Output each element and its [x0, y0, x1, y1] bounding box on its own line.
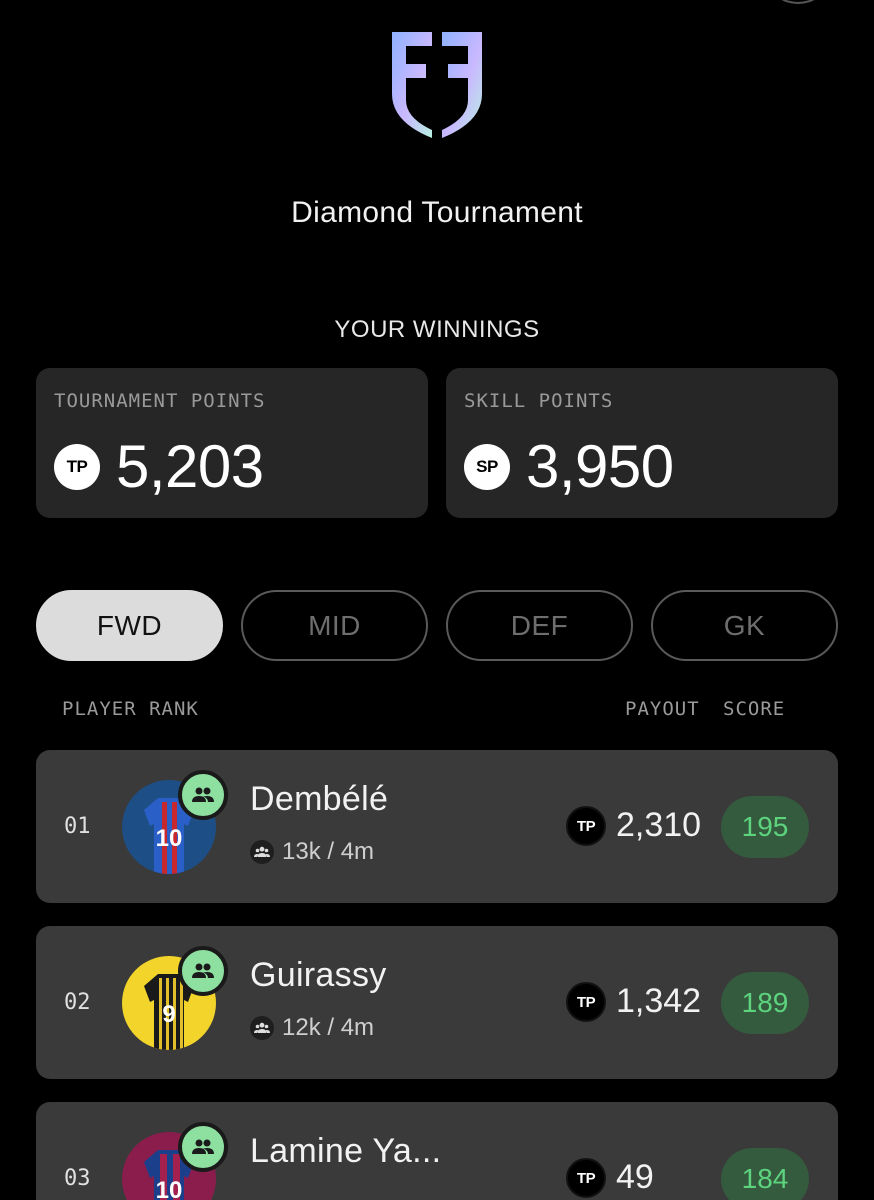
svg-text:10: 10: [156, 1177, 183, 1200]
player-row[interactable]: 03 10 Lamine Ya... TP 49 184: [36, 1102, 838, 1200]
svg-text:9: 9: [162, 1001, 175, 1028]
column-header-score: SCORE: [723, 698, 786, 720]
sp-badge-icon: SP: [464, 444, 510, 490]
player-rank: 02: [64, 990, 91, 1015]
player-row[interactable]: 01 10 Dembélé 13k / 4m TP 2,310 195: [36, 750, 838, 903]
score-pill: 184: [721, 1148, 809, 1200]
column-header-rank: PLAYER RANK: [62, 698, 199, 720]
group-icon: [178, 946, 228, 996]
group-icon: [178, 770, 228, 820]
score-pill: 195: [721, 796, 809, 858]
ownership-stat: 12k / 4m: [250, 1014, 374, 1042]
tab-mid[interactable]: MID: [241, 590, 428, 661]
column-header-payout: PAYOUT: [625, 698, 700, 720]
ownership-text: 12k / 4m: [282, 1014, 375, 1041]
winnings-heading: YOUR WINNINGS: [334, 316, 540, 343]
tournament-points-card: TOURNAMENT POINTS TP 5,203: [36, 368, 428, 518]
users-icon: [250, 840, 274, 864]
tournament-points-label: TOURNAMENT POINTS: [54, 390, 266, 412]
score-pill: 189: [721, 972, 809, 1034]
ff-shield-logo: [392, 32, 482, 138]
player-name: Guirassy: [250, 956, 387, 994]
svg-text:10: 10: [156, 825, 183, 852]
tab-fwd[interactable]: FWD: [36, 590, 223, 661]
ownership-text: 13k / 4m: [282, 838, 375, 865]
tournament-points-value: 5,203: [116, 433, 264, 500]
player-row[interactable]: 02 9 Guirassy 12k / 4m TP 1,342 189: [36, 926, 838, 1079]
tournament-title: Diamond Tournament: [291, 196, 583, 229]
tp-badge-icon: TP: [566, 806, 606, 846]
player-rank: 01: [64, 814, 91, 839]
tab-def[interactable]: DEF: [446, 590, 633, 661]
tab-gk[interactable]: GK: [651, 590, 838, 661]
player-name: Lamine Ya...: [250, 1132, 442, 1170]
skill-points-value: 3,950: [526, 433, 674, 500]
tournament-screen: Diamond Tournament YOUR WINNINGS TOURNAM…: [0, 0, 874, 1200]
skill-points-label: SKILL POINTS: [464, 390, 614, 412]
payout-value: 2,310: [616, 806, 702, 844]
player-rank: 03: [64, 1166, 91, 1191]
player-name: Dembélé: [250, 780, 389, 818]
payout-value: 1,342: [616, 982, 702, 1020]
profile-button[interactable]: [770, 0, 826, 4]
tp-badge-icon: TP: [566, 1158, 606, 1198]
skill-points-card: SKILL POINTS SP 3,950: [446, 368, 838, 518]
position-tabs: FWD MID DEF GK: [36, 590, 838, 662]
tp-badge-icon: TP: [54, 444, 100, 490]
payout-value: 49: [616, 1158, 654, 1196]
users-icon: [250, 1016, 274, 1040]
tp-badge-icon: TP: [566, 982, 606, 1022]
group-icon: [178, 1122, 228, 1172]
ownership-stat: 13k / 4m: [250, 838, 374, 866]
